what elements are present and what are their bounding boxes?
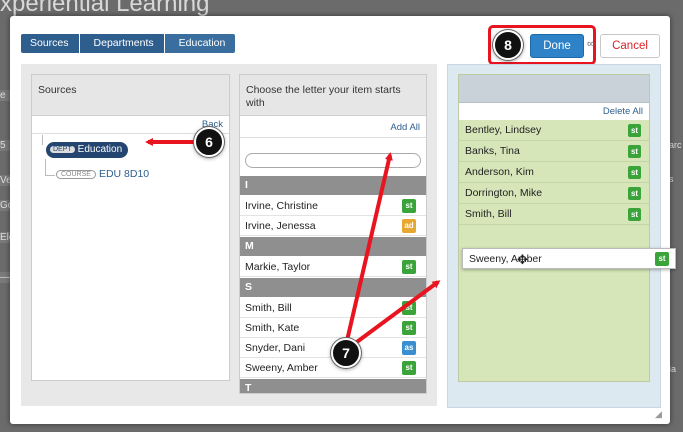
dept-tag: DEPT xyxy=(50,146,75,153)
item-name: Bentley, Lindsey xyxy=(465,124,542,136)
role-badge: st xyxy=(628,187,641,200)
role-badge: ad xyxy=(402,219,416,233)
bg-fragment: ia xyxy=(669,364,677,374)
selected-item[interactable]: Bentley, Lindsey st xyxy=(459,120,649,141)
letters-panel-title: Choose the letter your item starts with xyxy=(240,75,426,116)
list-item[interactable]: Irvine, Jenessa ad xyxy=(240,216,426,236)
course-name: EDU 8D10 xyxy=(98,168,150,180)
item-name: Sweeny, Amber xyxy=(245,362,318,374)
resize-handle-icon[interactable]: ◢ xyxy=(655,409,665,419)
role-badge: st xyxy=(655,252,669,266)
tree-connector xyxy=(45,175,55,176)
item-name: Smith, Kate xyxy=(245,322,300,334)
list-item[interactable]: Smith, Kate st xyxy=(240,318,426,338)
item-name: Irvine, Jenessa xyxy=(245,220,316,232)
add-all-link[interactable]: Add All xyxy=(390,122,420,133)
item-name: Smith, Bill xyxy=(245,302,292,314)
move-cursor-icon: ✥ xyxy=(517,252,528,267)
item-name: Banks, Tina xyxy=(465,145,520,157)
list-item[interactable]: Irvine, Christine st xyxy=(240,196,426,216)
selected-item[interactable]: Banks, Tina st xyxy=(459,141,649,162)
bg-fragment: s xyxy=(669,174,674,184)
sources-panel-title: Sources xyxy=(32,75,229,116)
role-badge: st xyxy=(402,301,416,315)
bg-fragment: arc xyxy=(669,140,682,150)
role-badge: st xyxy=(402,361,416,375)
selected-item[interactable]: Smith, Bill st xyxy=(459,204,649,225)
item-name: Dorrington, Mike xyxy=(465,187,543,199)
role-badge: as xyxy=(402,341,416,355)
course-node[interactable]: COURSE EDU 8D10 xyxy=(56,168,149,180)
callout-step-6: 6 xyxy=(194,127,224,157)
callout-step-7: 7 xyxy=(331,338,361,368)
sources-panel: Sources Back DEPT Education COURSE EDU 8D1… xyxy=(31,74,230,381)
role-badge: st xyxy=(628,124,641,137)
course-tag: COURSE xyxy=(56,170,96,179)
item-name: Anderson, Kim xyxy=(465,166,534,178)
done-button[interactable]: Done xyxy=(530,34,584,58)
item-name: Irvine, Christine xyxy=(245,200,318,212)
letter-header: M xyxy=(240,237,426,256)
tree-connector xyxy=(42,135,43,145)
role-badge: st xyxy=(402,260,416,274)
breadcrumb-departments[interactable]: Departments xyxy=(79,34,164,53)
selected-panel-header xyxy=(459,75,649,103)
breadcrumb-sources[interactable]: Sources xyxy=(21,34,79,53)
list-item[interactable]: Markie, Taylor st xyxy=(240,257,426,277)
selected-item[interactable]: Dorrington, Mike st xyxy=(459,183,649,204)
letter-header: I xyxy=(240,176,426,195)
role-badge: st xyxy=(402,321,416,335)
selected-items-panel: Delete All Bentley, Lindsey st Banks, Tin… xyxy=(458,74,650,382)
item-name: Snyder, Dani xyxy=(245,342,306,354)
letter-header: S xyxy=(240,278,426,297)
letter-header: T xyxy=(240,379,426,393)
workspace: Sources Back DEPT Education COURSE EDU 8D1… xyxy=(21,64,437,406)
dept-education-node[interactable]: DEPT Education xyxy=(46,142,129,158)
breadcrumb-education[interactable]: Education xyxy=(164,34,236,53)
item-name: Markie, Taylor xyxy=(245,261,311,273)
role-badge: st xyxy=(628,145,641,158)
delete-all-link[interactable]: Delete All xyxy=(603,106,643,117)
link-icon: ∞ xyxy=(587,38,595,50)
tree-connector xyxy=(45,159,46,176)
cancel-button[interactable]: Cancel xyxy=(600,34,660,58)
role-badge: st xyxy=(628,166,641,179)
breadcrumb: Sources Departments Education xyxy=(21,34,236,53)
role-badge: st xyxy=(628,208,641,221)
item-name: Sweeny, Amber xyxy=(469,253,542,265)
item-name: Smith, Bill xyxy=(465,208,512,220)
letter-search-input[interactable] xyxy=(245,153,421,168)
dept-name: Education xyxy=(77,144,123,155)
role-badge: st xyxy=(402,199,416,213)
dragging-item[interactable]: Sweeny, Amber ✥ st xyxy=(462,248,676,269)
callout-step-8: 8 xyxy=(493,30,523,60)
list-item[interactable]: Smith, Bill st xyxy=(240,298,426,318)
selected-item[interactable]: Anderson, Kim st xyxy=(459,162,649,183)
